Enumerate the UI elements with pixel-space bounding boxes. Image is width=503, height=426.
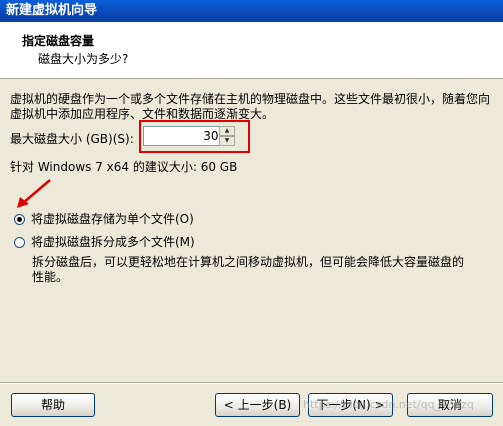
back-button[interactable]: < 上一步(B) — [215, 393, 300, 417]
radio-unchecked-icon[interactable] — [14, 237, 25, 248]
stepper-down-icon[interactable]: ▼ — [219, 136, 235, 146]
disk-size-stepper[interactable]: ▲ ▼ — [219, 126, 235, 146]
wizard-header: 指定磁盘容量 磁盘大小为多少? — [0, 22, 503, 79]
recommended-size-text: 针对 Windows 7 x64 的建议大小: 60 GB — [10, 160, 238, 174]
red-arrow-icon — [17, 179, 51, 208]
watermark-text: https://blog.csdn.net/qq_43hzq — [303, 398, 474, 411]
header-subtitle: 磁盘大小为多少? — [38, 52, 129, 66]
new-vm-wizard-window: 新建虚拟机向导 指定磁盘容量 磁盘大小为多少? 虚拟机的硬盘作为一个或多个文件存… — [0, 0, 503, 426]
help-button[interactable]: 帮助 — [11, 393, 95, 417]
radio-split-files-label: 将虚拟磁盘拆分成多个文件(M) — [31, 235, 195, 249]
footer-divider — [0, 382, 503, 384]
description-text: 虚拟机的硬盘作为一个或多个文件存储在主机的物理磁盘中。这些文件最初很小，随着您向… — [10, 92, 491, 121]
radio-checked-icon[interactable] — [14, 214, 25, 225]
radio-split-files[interactable]: 将虚拟磁盘拆分成多个文件(M) — [14, 234, 195, 250]
radio-single-file[interactable]: 将虚拟磁盘存储为单个文件(O) — [14, 211, 194, 227]
disk-size-label: 最大磁盘大小 (GB)(S): — [10, 132, 134, 146]
radio-single-file-label: 将虚拟磁盘存储为单个文件(O) — [31, 212, 194, 226]
stepper-up-icon[interactable]: ▲ — [219, 126, 235, 136]
split-note-text: 拆分磁盘后，可以更轻松地在计算机之间移动虚拟机，但可能会降低大容量磁盘的性能。 — [32, 255, 465, 284]
header-title: 指定磁盘容量 — [22, 34, 95, 48]
window-title: 新建虚拟机向导 — [0, 0, 503, 22]
